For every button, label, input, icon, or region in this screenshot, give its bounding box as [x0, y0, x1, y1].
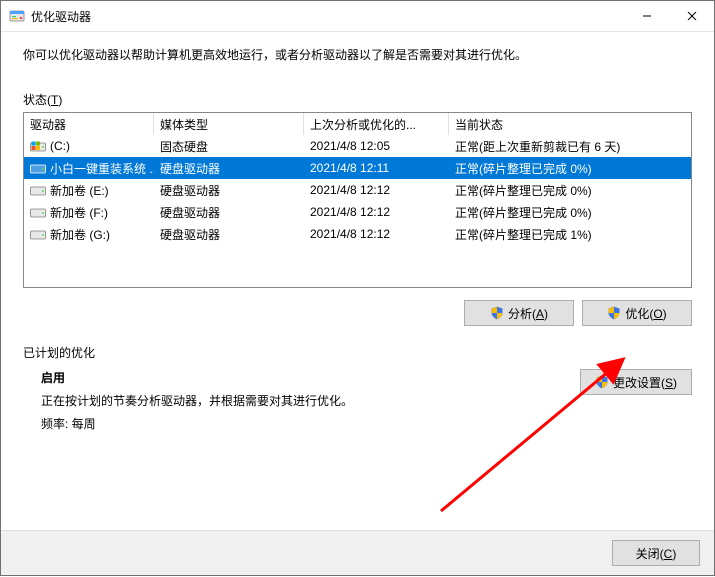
drive-last: 2021/4/8 12:12 — [304, 201, 449, 223]
window-title: 优化驱动器 — [31, 8, 91, 25]
drive-list[interactable]: 驱动器 媒体类型 上次分析或优化的... 当前状态 (C:)固态硬盘2021/4… — [23, 112, 692, 288]
scheduled-freq: 频率: 每周 — [41, 413, 580, 436]
drive-media: 硬盘驱动器 — [154, 223, 304, 245]
drive-status: 正常(碎片整理已完成 0%) — [449, 179, 691, 201]
column-media[interactable]: 媒体类型 — [154, 113, 304, 135]
drive-row[interactable]: 新加卷 (F:) 硬盘驱动器2021/4/8 12:12正常(碎片整理已完成 0%… — [24, 201, 691, 223]
close-button[interactable] — [669, 1, 714, 31]
change-settings-button[interactable]: 更改设置(S) — [580, 369, 692, 395]
drive-list-header: 驱动器 媒体类型 上次分析或优化的... 当前状态 — [24, 113, 691, 135]
close-dialog-button[interactable]: 关闭(C) — [612, 540, 700, 566]
drive-media: 硬盘驱动器 — [154, 201, 304, 223]
drive-icon — [30, 140, 46, 152]
drive-row[interactable]: 小白一键重装系统 ...硬盘驱动器2021/4/8 12:11正常(碎片整理已完… — [24, 157, 691, 179]
drive-last: 2021/4/8 12:11 — [304, 157, 449, 179]
status-section-label: 状态(T) — [23, 91, 692, 108]
column-last[interactable]: 上次分析或优化的... — [304, 113, 449, 135]
column-status[interactable]: 当前状态 — [449, 113, 691, 135]
scheduled-section-label: 已计划的优化 — [23, 344, 692, 361]
drive-status: 正常(距上次重新剪裁已有 6 天) — [449, 135, 691, 157]
scheduled-desc: 正在按计划的节奏分析驱动器，并根据需要对其进行优化。 — [41, 390, 580, 413]
shield-icon — [595, 375, 609, 389]
drive-row[interactable]: (C:) 固态硬盘2021/4/8 12:05正常(距上次重新剪裁已有 6 天) — [24, 135, 691, 157]
optimize-button[interactable]: 优化(O) — [582, 300, 692, 326]
drive-status: 正常(碎片整理已完成 0%) — [449, 201, 691, 223]
scheduled-enabled: 启用 — [41, 367, 580, 390]
drive-media: 固态硬盘 — [154, 135, 304, 157]
intro-text: 你可以优化驱动器以帮助计算机更高效地运行，或者分析驱动器以了解是否需要对其进行优… — [23, 46, 692, 65]
titlebar: 优化驱动器 — [1, 1, 714, 32]
drive-name: 新加卷 (E:) — [50, 182, 109, 199]
drive-last: 2021/4/8 12:12 — [304, 223, 449, 245]
drive-status: 正常(碎片整理已完成 0%) — [449, 157, 691, 179]
drive-media: 硬盘驱动器 — [154, 157, 304, 179]
scheduled-info: 启用 正在按计划的节奏分析驱动器，并根据需要对其进行优化。 频率: 每周 — [23, 367, 580, 435]
drive-name: 新加卷 (F:) — [50, 204, 108, 221]
footer: 关闭(C) — [1, 530, 714, 575]
analyze-button[interactable]: 分析(A) — [464, 300, 574, 326]
drive-icon — [30, 228, 46, 240]
column-drive[interactable]: 驱动器 — [24, 113, 154, 135]
drive-name: (C:) — [50, 139, 70, 153]
drive-row[interactable]: 新加卷 (G:) 硬盘驱动器2021/4/8 12:12正常(碎片整理已完成 1%… — [24, 223, 691, 245]
drive-icon — [30, 206, 46, 218]
drive-last: 2021/4/8 12:12 — [304, 179, 449, 201]
shield-icon — [490, 306, 504, 320]
drive-icon — [30, 162, 46, 174]
minimize-button[interactable] — [624, 1, 669, 31]
app-icon — [9, 8, 25, 24]
drive-row[interactable]: 新加卷 (E:) 硬盘驱动器2021/4/8 12:12正常(碎片整理已完成 0%… — [24, 179, 691, 201]
drive-icon — [30, 184, 46, 196]
drive-name: 小白一键重装系统 ... — [50, 160, 154, 177]
drive-last: 2021/4/8 12:05 — [304, 135, 449, 157]
drive-name: 新加卷 (G:) — [50, 226, 110, 243]
shield-icon — [607, 306, 621, 320]
drive-status: 正常(碎片整理已完成 1%) — [449, 223, 691, 245]
drive-media: 硬盘驱动器 — [154, 179, 304, 201]
